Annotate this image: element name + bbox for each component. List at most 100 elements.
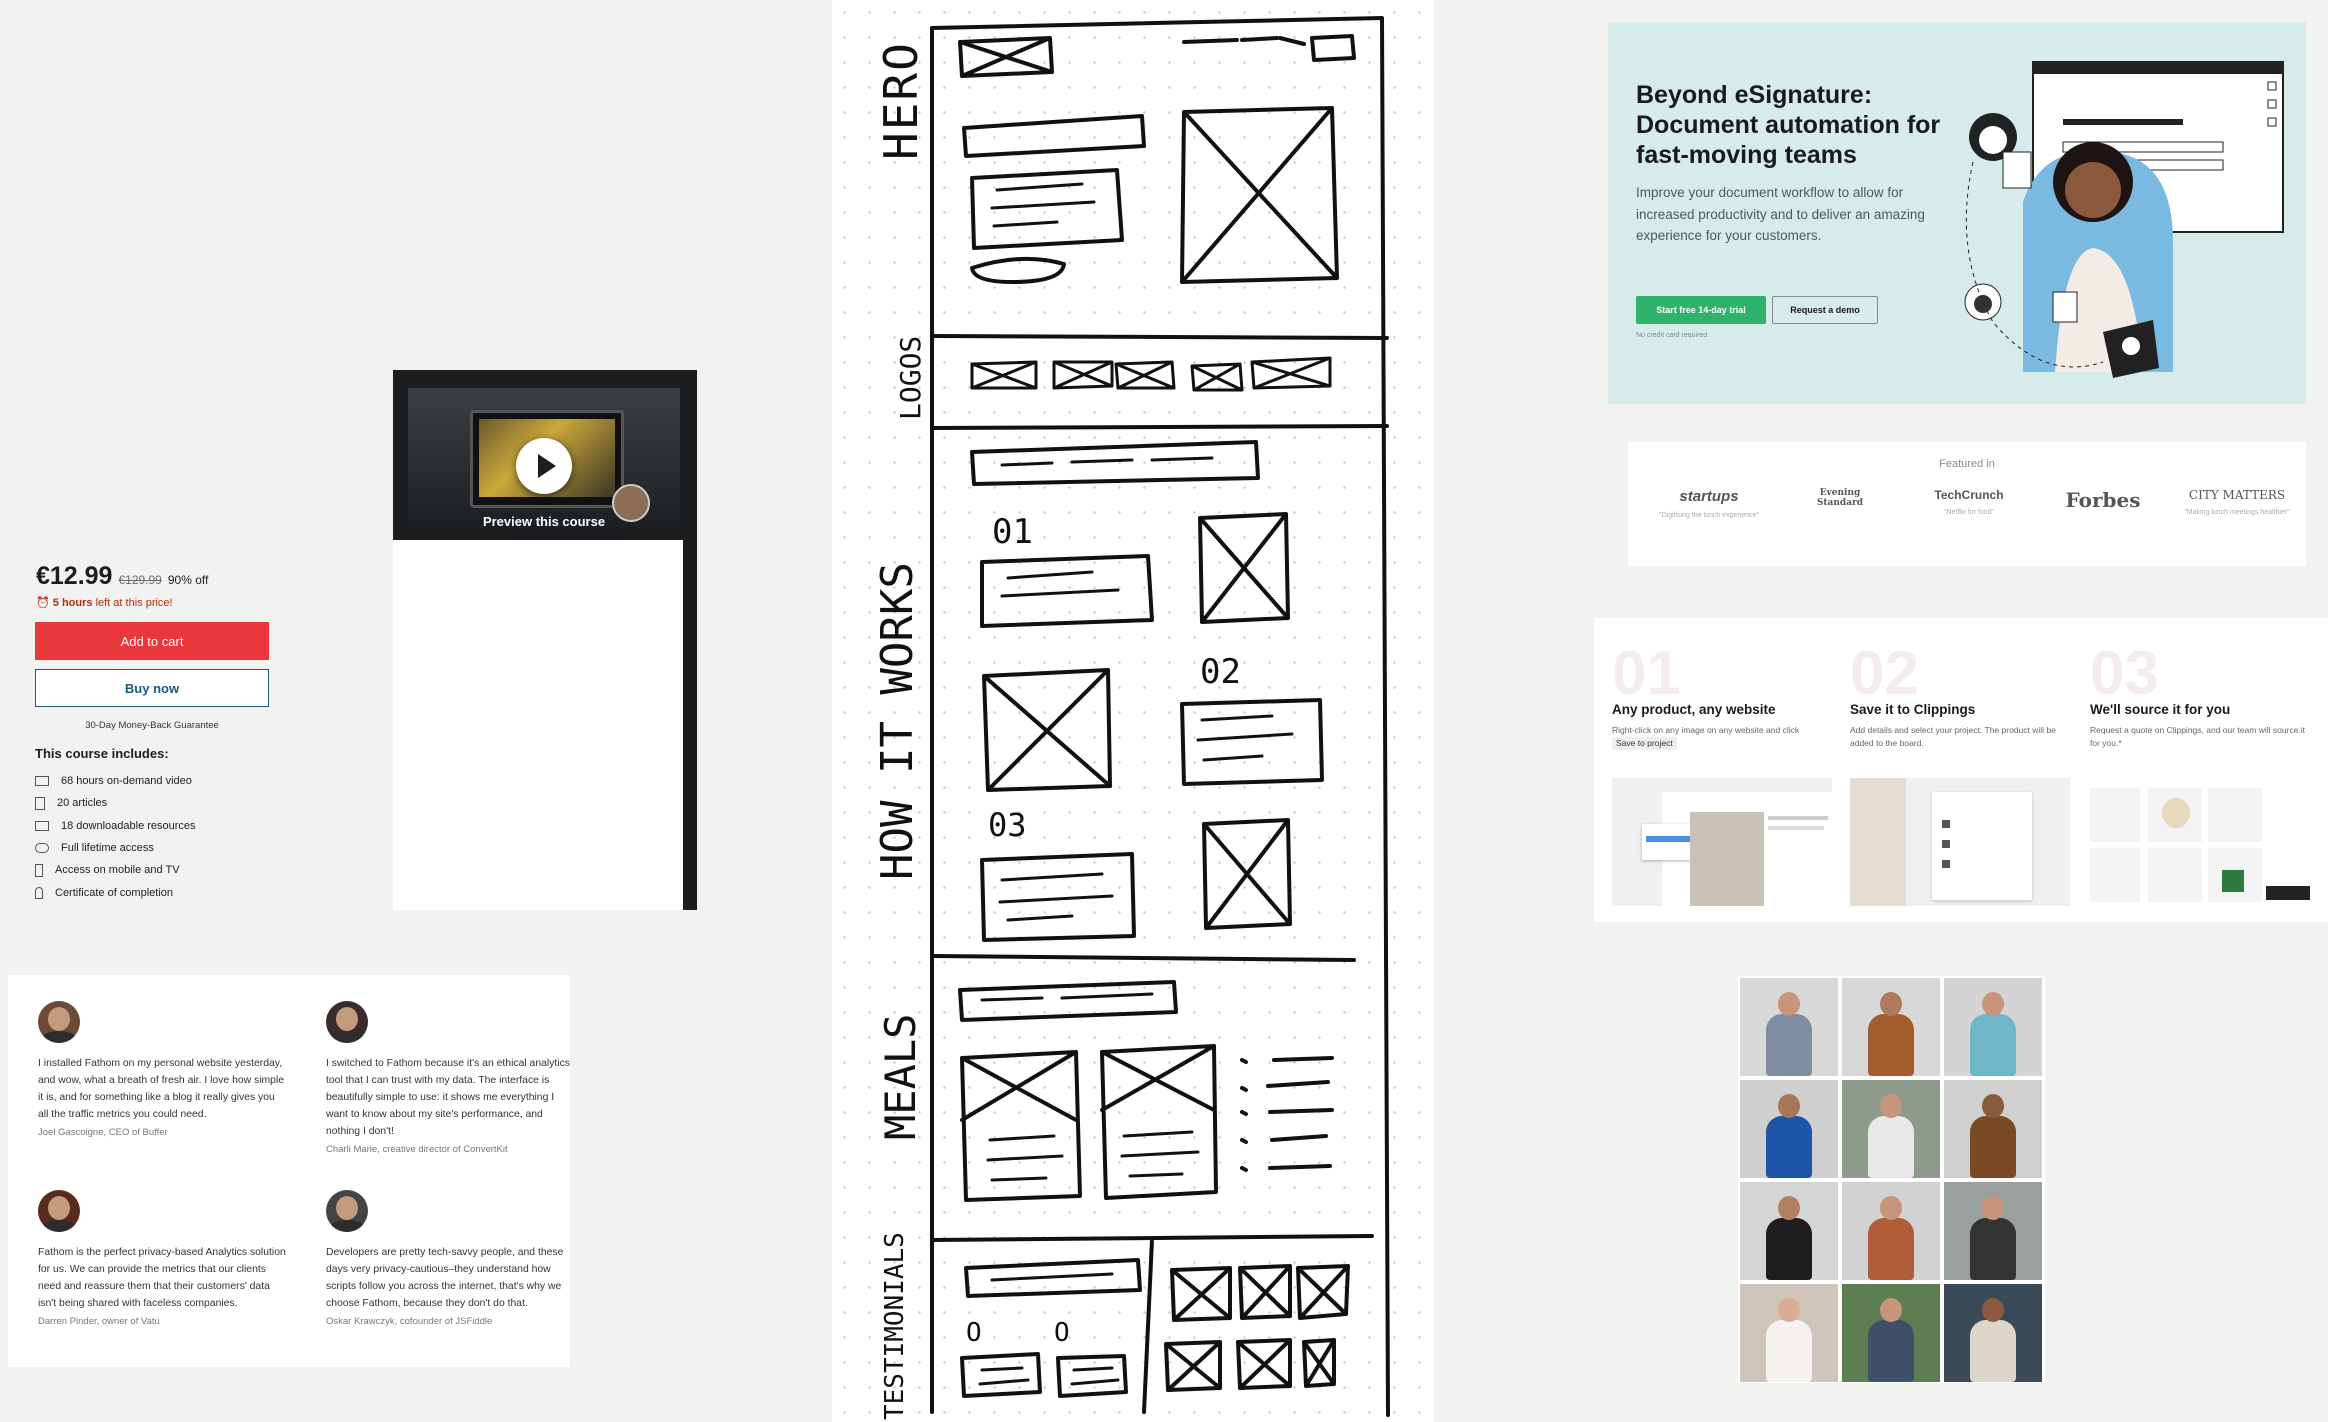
sketch-step-number: 02 (1200, 652, 1241, 692)
step-number: 01 (1612, 639, 1681, 708)
include-item: Full lifetime access (35, 837, 196, 859)
wireframe-sketch: HERO LOGOS HOW IT WORKS MEALS TESTIMONIA… (832, 0, 1434, 1422)
infinity-icon (35, 843, 49, 854)
preview-label[interactable]: Preview this course (408, 514, 680, 529)
team-photo (1842, 1284, 1940, 1382)
money-back-guarantee: 30-Day Money-Back Guarantee (85, 720, 219, 731)
request-demo-button[interactable]: Request a demo (1772, 296, 1878, 324)
step-screenshot (1850, 778, 2070, 906)
avatar (326, 1190, 368, 1232)
current-price: €12.99 (36, 562, 113, 590)
include-item: Access on mobile and TV (35, 859, 196, 881)
no-credit-card-note: No credit card required (1636, 332, 1708, 339)
testimonial-quote: I switched to Fathom because it's an eth… (326, 1058, 570, 1137)
testimonial-author: Charli Marie, creative director of Conve… (326, 1144, 508, 1155)
save-to-project-pill: Save to project (1612, 737, 1677, 750)
include-item: 20 articles (35, 792, 196, 814)
course-details-panel (393, 540, 683, 910)
logo-city-matters: CITY MATTERS "Making lunch meetings heal… (2184, 488, 2290, 516)
buy-now-button[interactable]: Buy now (35, 669, 269, 707)
play-icon[interactable] (516, 438, 572, 494)
sketch-label-meals: MEALS (876, 1013, 925, 1140)
how-it-works-steps: 01 Any product, any website Right-click … (1594, 618, 2328, 922)
step-screenshot (2090, 778, 2310, 906)
logo-startups: startups "Digitising the lunch experienc… (1659, 488, 1759, 519)
certificate-icon (35, 886, 43, 899)
team-photo (1740, 978, 1838, 1076)
featured-label: Featured in (1939, 458, 1995, 470)
team-photo (1740, 1080, 1838, 1178)
add-to-cart-button[interactable]: Add to cart (35, 622, 269, 660)
testimonial-author: Oskar Krawczyk, cofounder of JSFiddle (326, 1316, 493, 1327)
step-title: Any product, any website (1612, 702, 1776, 717)
sketch-label-hero: HERO (874, 41, 928, 160)
article-icon (35, 796, 45, 810)
alarm-icon: ⏰ (36, 597, 50, 609)
avatar (326, 1001, 368, 1043)
sketch-marker: O (1054, 1318, 1070, 1348)
timer-rest: left at this price! (95, 597, 173, 609)
sketch-label-how-it-works: HOW IT WORKS (872, 562, 923, 880)
testimonial-author: Joel Gascoigne, CEO of Buffer (38, 1127, 168, 1138)
esignature-hero: Beyond eSignature: Document automation f… (1608, 22, 2306, 404)
sketch-label-testimonials: TESTIMONIALS (880, 1232, 910, 1420)
avatar (38, 1001, 80, 1043)
step-number: 03 (2090, 639, 2159, 708)
logo-evening-standard: Evening Standard (1816, 488, 1864, 508)
testimonial-quote: I installed Fathom on my personal websit… (38, 1058, 285, 1120)
include-item: 68 hours on-demand video (35, 770, 196, 792)
team-photo (1842, 1080, 1940, 1178)
testimonial-author: Darren Pinder, owner of Vatu (38, 1316, 160, 1327)
sketch-step-number: 01 (992, 512, 1033, 552)
testimonials-panel: I installed Fathom on my personal websit… (8, 975, 570, 1367)
step-description: Request a quote on Clippings, and our te… (2090, 725, 2305, 748)
timer-hours: 5 hours (52, 597, 93, 609)
discount-badge: 90% off (167, 573, 209, 587)
team-photo (1740, 1284, 1838, 1382)
testimonial-card: Developers are pretty tech-savvy people,… (326, 1190, 574, 1327)
folder-icon (35, 820, 49, 831)
step-screenshot (1612, 778, 1832, 906)
includes-title: This course includes: (35, 746, 169, 761)
testimonial-quote: Fathom is the perfect privacy-based Anal… (38, 1247, 286, 1309)
logo-techcrunch: TechCrunch "Netflix for food" (1934, 488, 2004, 516)
price-row: €12.99 €129.99 90% off (36, 562, 208, 591)
countdown-text: ⏰ 5 hours left at this price! (36, 596, 173, 609)
logo-forbes: Forbes (2065, 488, 2141, 512)
team-photo (1842, 978, 1940, 1076)
team-photo (1740, 1182, 1838, 1280)
step-description: Add details and select your project. The… (1850, 725, 2056, 748)
step-title: We'll source it for you (2090, 702, 2231, 717)
sketch-step-number: 03 (988, 806, 1027, 844)
sketch-label-logos: LOGOS (894, 335, 927, 420)
step-title: Save it to Clippings (1850, 702, 1976, 717)
avatar (38, 1190, 80, 1232)
include-item: Certificate of completion (35, 881, 196, 903)
step-item: 01 Any product, any website Right-click … (1612, 639, 1832, 750)
course-purchase-card: Preview this course (393, 370, 697, 910)
step-item: 02 Save it to Clippings Add details and … (1850, 639, 2070, 750)
original-price: €129.99 (118, 573, 162, 587)
sketch-marker: O (966, 1318, 982, 1348)
include-item: 18 downloadable resources (35, 815, 196, 837)
team-photo (1944, 978, 2042, 1076)
testimonial-card: Fathom is the perfect privacy-based Anal… (38, 1190, 286, 1327)
includes-list: 68 hours on-demand video 20 articles 18 … (35, 770, 196, 904)
team-photo (1944, 1284, 2042, 1382)
team-photo-grid (1738, 976, 2045, 1383)
step-item: 03 We'll source it for you Request a quo… (2090, 639, 2310, 750)
video-icon (35, 776, 49, 787)
team-photo (1944, 1182, 2042, 1280)
course-preview-video[interactable]: Preview this course (408, 388, 680, 540)
hero-description: Improve your document workflow to allow … (1636, 185, 1925, 243)
team-photo (1944, 1080, 2042, 1178)
step-number: 02 (1850, 639, 1919, 708)
featured-in-bar: Featured in startups "Digitising the lun… (1628, 442, 2306, 566)
mobile-icon (35, 863, 43, 877)
step-description: Right-click on any image on any website … (1612, 725, 1800, 750)
hero-title: Beyond eSignature: Document automation f… (1636, 81, 1941, 169)
testimonial-card: I switched to Fathom because it's an eth… (326, 1001, 574, 1155)
start-trial-button[interactable]: Start free 14-day trial (1636, 296, 1766, 324)
team-photo (1842, 1182, 1940, 1280)
testimonial-quote: Developers are pretty tech-savvy people,… (326, 1247, 564, 1309)
